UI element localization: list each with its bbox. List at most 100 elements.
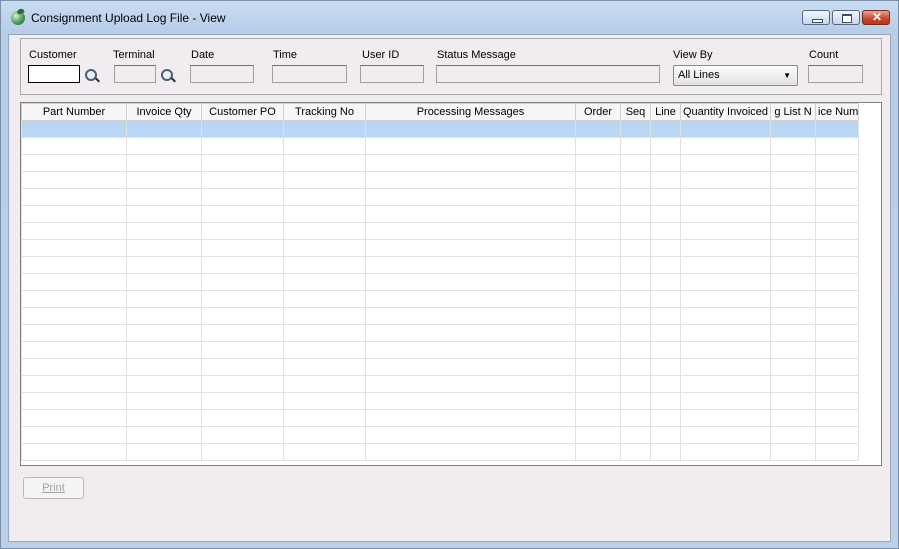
table-cell[interactable] bbox=[680, 137, 771, 155]
table-cell[interactable] bbox=[575, 375, 621, 393]
table-cell[interactable] bbox=[620, 205, 651, 223]
table-cell[interactable] bbox=[201, 137, 284, 155]
table-cell[interactable] bbox=[21, 120, 127, 138]
column-header[interactable]: Processing Messages bbox=[365, 103, 576, 121]
table-cell[interactable] bbox=[770, 392, 816, 410]
table-cell[interactable] bbox=[201, 188, 284, 206]
table-cell[interactable] bbox=[575, 426, 621, 444]
print-button[interactable]: Print bbox=[23, 477, 84, 499]
table-cell[interactable] bbox=[650, 341, 681, 359]
table-cell[interactable] bbox=[365, 239, 576, 257]
table-cell[interactable] bbox=[21, 137, 127, 155]
table-cell[interactable] bbox=[126, 307, 202, 325]
table-cell[interactable] bbox=[770, 222, 816, 240]
table-cell[interactable] bbox=[575, 256, 621, 274]
table-row[interactable] bbox=[21, 137, 859, 155]
table-cell[interactable] bbox=[770, 137, 816, 155]
table-cell[interactable] bbox=[815, 222, 859, 240]
table-cell[interactable] bbox=[201, 120, 284, 138]
customer-search-icon[interactable] bbox=[85, 69, 97, 81]
table-cell[interactable] bbox=[126, 205, 202, 223]
table-cell[interactable] bbox=[815, 188, 859, 206]
table-cell[interactable] bbox=[21, 375, 127, 393]
table-cell[interactable] bbox=[815, 120, 859, 138]
table-cell[interactable] bbox=[680, 273, 771, 291]
table-cell[interactable] bbox=[650, 154, 681, 172]
table-cell[interactable] bbox=[680, 443, 771, 461]
table-cell[interactable] bbox=[680, 154, 771, 172]
column-header[interactable]: Line bbox=[650, 103, 681, 121]
table-row[interactable] bbox=[21, 358, 859, 376]
table-cell[interactable] bbox=[201, 358, 284, 376]
table-cell[interactable] bbox=[126, 188, 202, 206]
table-cell[interactable] bbox=[620, 256, 651, 274]
table-cell[interactable] bbox=[815, 290, 859, 308]
table-cell[interactable] bbox=[680, 120, 771, 138]
table-cell[interactable] bbox=[283, 375, 366, 393]
table-cell[interactable] bbox=[620, 222, 651, 240]
table-cell[interactable] bbox=[650, 307, 681, 325]
table-cell[interactable] bbox=[126, 256, 202, 274]
table-cell[interactable] bbox=[575, 120, 621, 138]
table-cell[interactable] bbox=[815, 239, 859, 257]
table-cell[interactable] bbox=[21, 273, 127, 291]
table-row[interactable] bbox=[21, 443, 859, 461]
table-cell[interactable] bbox=[650, 256, 681, 274]
table-cell[interactable] bbox=[680, 239, 771, 257]
table-cell[interactable] bbox=[365, 222, 576, 240]
table-cell[interactable] bbox=[575, 409, 621, 427]
table-cell[interactable] bbox=[201, 273, 284, 291]
terminal-field[interactable] bbox=[114, 65, 156, 83]
table-row[interactable] bbox=[21, 171, 859, 189]
table-cell[interactable] bbox=[283, 341, 366, 359]
table-row[interactable] bbox=[21, 120, 859, 138]
table-row[interactable] bbox=[21, 409, 859, 427]
table-cell[interactable] bbox=[283, 307, 366, 325]
table-cell[interactable] bbox=[620, 375, 651, 393]
table-cell[interactable] bbox=[126, 154, 202, 172]
table-cell[interactable] bbox=[365, 392, 576, 410]
table-cell[interactable] bbox=[680, 256, 771, 274]
table-cell[interactable] bbox=[126, 273, 202, 291]
table-cell[interactable] bbox=[650, 375, 681, 393]
table-cell[interactable] bbox=[201, 256, 284, 274]
column-header[interactable]: Customer PO bbox=[201, 103, 284, 121]
table-row[interactable] bbox=[21, 307, 859, 325]
table-cell[interactable] bbox=[650, 222, 681, 240]
table-cell[interactable] bbox=[201, 205, 284, 223]
table-cell[interactable] bbox=[365, 154, 576, 172]
table-cell[interactable] bbox=[680, 392, 771, 410]
table-cell[interactable] bbox=[21, 324, 127, 342]
table-cell[interactable] bbox=[770, 256, 816, 274]
table-cell[interactable] bbox=[650, 409, 681, 427]
table-cell[interactable] bbox=[365, 426, 576, 444]
table-cell[interactable] bbox=[680, 341, 771, 359]
table-cell[interactable] bbox=[575, 137, 621, 155]
table-row[interactable] bbox=[21, 256, 859, 274]
table-row[interactable] bbox=[21, 392, 859, 410]
table-cell[interactable] bbox=[770, 409, 816, 427]
table-cell[interactable] bbox=[201, 239, 284, 257]
table-cell[interactable] bbox=[620, 324, 651, 342]
table-cell[interactable] bbox=[815, 443, 859, 461]
table-cell[interactable] bbox=[283, 205, 366, 223]
table-cell[interactable] bbox=[650, 137, 681, 155]
column-header[interactable]: Order bbox=[575, 103, 621, 121]
table-cell[interactable] bbox=[815, 205, 859, 223]
table-cell[interactable] bbox=[283, 443, 366, 461]
table-cell[interactable] bbox=[126, 443, 202, 461]
log-grid[interactable]: Part Number Invoice Qty Customer PO Trackin… bbox=[20, 102, 882, 466]
table-cell[interactable] bbox=[201, 392, 284, 410]
table-cell[interactable] bbox=[650, 392, 681, 410]
table-cell[interactable] bbox=[126, 392, 202, 410]
table-cell[interactable] bbox=[21, 443, 127, 461]
table-cell[interactable] bbox=[680, 426, 771, 444]
table-cell[interactable] bbox=[126, 222, 202, 240]
table-cell[interactable] bbox=[365, 137, 576, 155]
table-cell[interactable] bbox=[575, 324, 621, 342]
table-cell[interactable] bbox=[365, 358, 576, 376]
table-cell[interactable] bbox=[21, 239, 127, 257]
table-cell[interactable] bbox=[365, 290, 576, 308]
close-button[interactable] bbox=[862, 10, 890, 25]
table-cell[interactable] bbox=[650, 426, 681, 444]
